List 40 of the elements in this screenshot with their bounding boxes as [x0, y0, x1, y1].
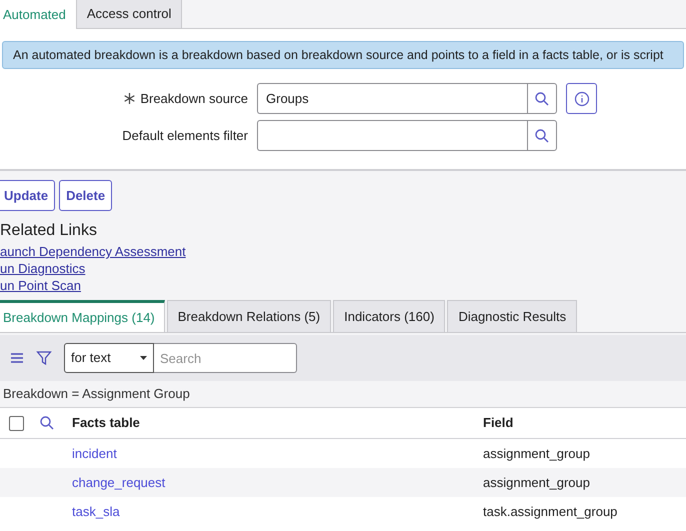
- list-tab[interactable]: Breakdown Relations (5): [166, 300, 332, 332]
- related-link[interactable]: aunch Dependency Assessment: [0, 243, 186, 260]
- field-label: Breakdown source: [140, 90, 248, 108]
- table-link[interactable]: task_sla: [72, 502, 483, 522]
- filter-icon[interactable]: [36, 350, 52, 366]
- select-all-checkbox[interactable]: [9, 416, 24, 430]
- reference-field[interactable]: Groups: [257, 83, 527, 114]
- search-button[interactable]: [527, 120, 557, 151]
- filter-breadcrumb: Breakdown = Assignment Group: [3, 385, 190, 404]
- list-tab[interactable]: Diagnostic Results: [447, 300, 578, 332]
- column-header[interactable]: Field: [483, 413, 514, 433]
- list-tab[interactable]: Indicators (160): [333, 300, 446, 332]
- table-cell-text: assignment_group: [483, 444, 590, 463]
- reference-field[interactable]: [257, 120, 527, 151]
- search-field[interactable]: Search: [154, 343, 297, 373]
- required-icon: [124, 93, 136, 104]
- search-icon: [39, 415, 55, 431]
- search-button[interactable]: [527, 83, 557, 114]
- table-link[interactable]: incident: [72, 444, 483, 464]
- menu-icon[interactable]: [10, 352, 24, 364]
- table-link[interactable]: change_request: [72, 472, 483, 492]
- form-button[interactable]: Update: [0, 180, 56, 211]
- table-cell-text: task.assignment_group: [483, 502, 618, 521]
- form-tab[interactable]: Access control: [76, 0, 182, 28]
- form-tab[interactable]: Automated: [0, 0, 77, 29]
- list-tab[interactable]: Breakdown Mappings (14): [0, 300, 165, 332]
- search-icon: [534, 128, 550, 144]
- related-link[interactable]: un Diagnostics: [0, 260, 86, 277]
- related-link[interactable]: un Point Scan: [0, 277, 81, 294]
- table-cell-text: assignment_group: [483, 474, 590, 492]
- info-button[interactable]: [566, 83, 597, 114]
- column-header[interactable]: Facts table: [72, 413, 483, 433]
- form-button[interactable]: Delete: [59, 180, 112, 211]
- search-icon: [534, 90, 550, 106]
- info-message: An automated breakdown is a breakdown based on breakdown source and points to a field in a facts table, or is script: [2, 41, 684, 69]
- info-icon: [574, 90, 590, 106]
- search-column-dropdown[interactable]: for text: [64, 343, 154, 373]
- caret-icon: [140, 356, 147, 360]
- field-label: Default elements filter: [122, 126, 248, 145]
- section-title: Related Links: [0, 221, 97, 241]
